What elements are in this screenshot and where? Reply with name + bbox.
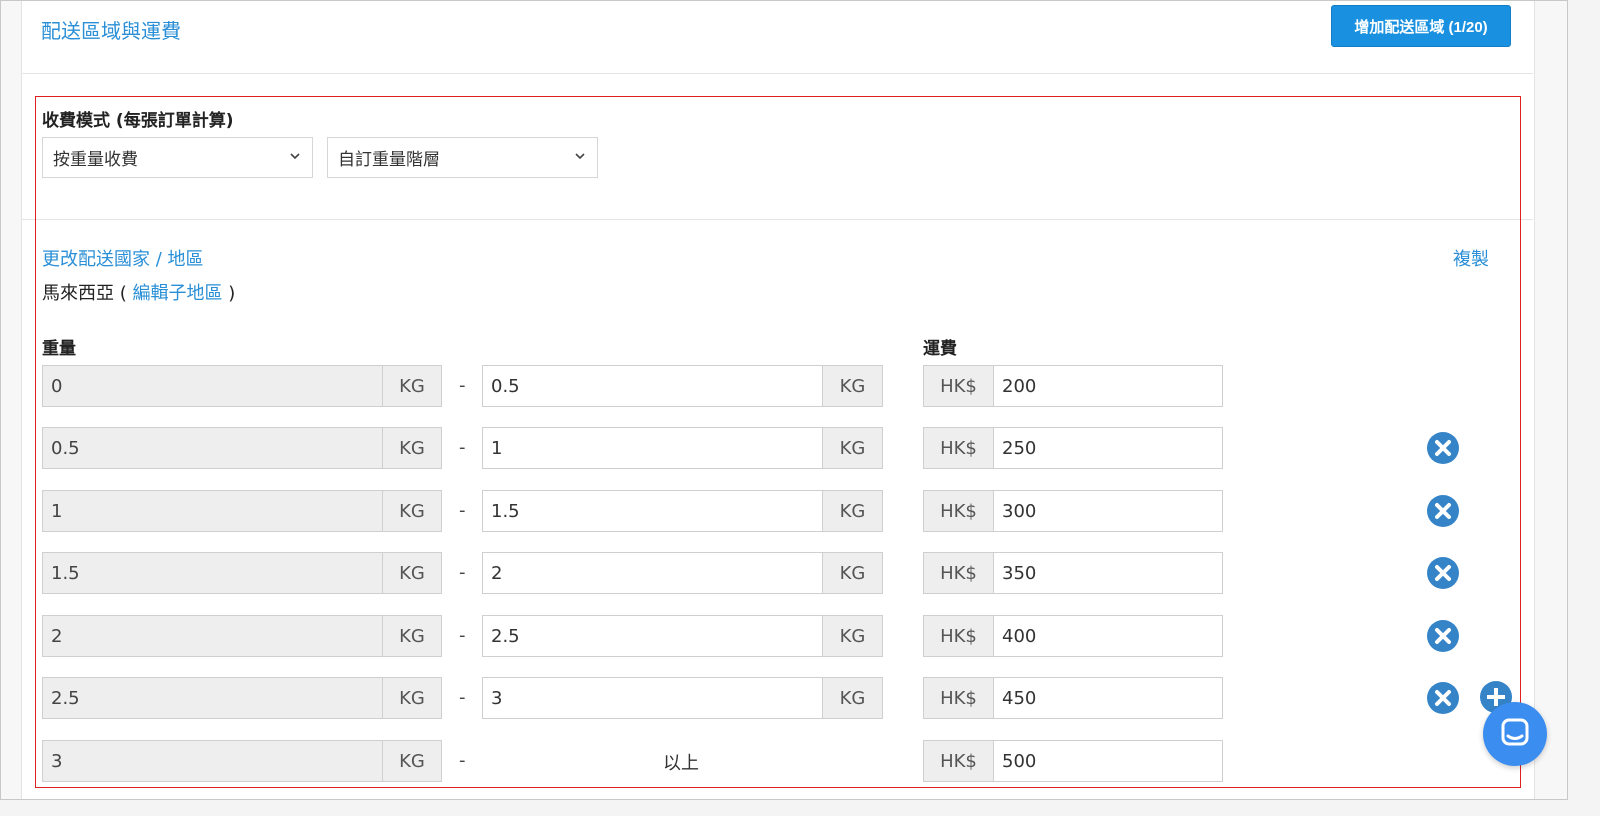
weight-from-field: 0 [42,365,383,407]
weight-tier-value: 自訂重量階層 [338,150,440,170]
table-row: 1 KG -1.5 KG HK$ 300 [1,490,1567,532]
weight-unit-label: KG [382,677,442,719]
weight-to-input[interactable]: 0.5 [482,365,823,407]
add-zone-button[interactable]: 增加配送區域 (1/20) [1331,5,1511,47]
weight-unit-label: KG [822,365,883,407]
weight-unit-label: KG [382,365,442,407]
chat-launcher-button[interactable] [1483,702,1547,766]
range-dash: - [459,375,466,396]
table-row: 0.5 KG -1 KG HK$ 250 [1,427,1567,469]
weight-unit-label: KG [382,740,442,782]
fee-input[interactable]: 250 [993,427,1223,469]
window-frame: 配送區域與運費 增加配送區域 (1/20) 收費模式 (每張訂單計算) 按重量收… [0,0,1568,800]
range-dash: - [459,562,466,583]
fee-input[interactable]: 300 [993,490,1223,532]
weight-unit-label: KG [822,552,883,594]
weight-tier-select[interactable]: 自訂重量階層 [327,137,598,178]
close-circle-icon[interactable] [1426,681,1460,715]
weight-unit-label: KG [382,615,442,657]
currency-label: HK$ [923,552,994,594]
copy-zone-link[interactable]: 複製 [1453,245,1489,271]
fee-input[interactable]: 450 [993,677,1223,719]
weight-to-input[interactable]: 3 [482,677,823,719]
change-country-link[interactable]: 更改配送國家 / 地區 [42,245,204,271]
weight-to-input[interactable]: 2 [482,552,823,594]
weight-from-field: 0.5 [42,427,383,469]
weight-unit-label: KG [822,615,883,657]
weight-from-field: 1 [42,490,383,532]
weight-to-input[interactable]: 1 [482,427,823,469]
currency-label: HK$ [923,615,994,657]
weight-unit-label: KG [382,490,442,532]
header-divider [21,73,1533,74]
chevron-down-icon [290,153,300,160]
weight-unit-label: KG [822,677,883,719]
billing-mode-value: 按重量收費 [53,150,138,170]
fee-input[interactable]: 400 [993,615,1223,657]
chevron-down-icon [575,153,585,160]
range-dash: - [459,750,466,771]
weight-from-field: 1.5 [42,552,383,594]
table-row: 0 KG -0.5 KG HK$ 200 [1,365,1567,407]
close-circle-icon[interactable] [1426,619,1460,653]
close-circle-icon[interactable] [1426,494,1460,528]
table-row: 3 KG - 以上 HK$ 500 [1,740,1567,782]
zone-country-line: 馬來西亞 ( 編輯子地區 ) [42,279,235,305]
billing-mode-label: 收費模式 (每張訂單計算) [42,111,234,131]
range-dash: - [459,687,466,708]
paren-open: ( [119,283,127,304]
range-dash: - [459,625,466,646]
weight-header: 重量 [42,339,76,359]
weight-unit-label: KG [822,490,883,532]
table-row: 1.5 KG -2 KG HK$ 350 [1,552,1567,594]
range-dash: - [459,437,466,458]
currency-label: HK$ [923,677,994,719]
fee-input[interactable]: 200 [993,365,1223,407]
fee-input[interactable]: 500 [993,740,1223,782]
table-row: 2 KG -2.5 KG HK$ 400 [1,615,1567,657]
table-row: 2.5 KG -3 KG HK$ 450 [1,677,1567,719]
weight-from-field: 2.5 [42,677,383,719]
weight-from-field: 3 [42,740,383,782]
edit-subregion-link[interactable]: 編輯子地區 [133,283,223,304]
fee-header: 運費 [923,339,957,359]
weight-to-input[interactable]: 1.5 [482,490,823,532]
chat-bubble-icon [1501,718,1529,746]
above-label: 以上 [663,753,699,774]
currency-label: HK$ [923,740,994,782]
billing-mode-select[interactable]: 按重量收費 [42,137,313,178]
paren-close: ) [228,283,236,304]
currency-label: HK$ [923,490,994,532]
close-circle-icon[interactable] [1426,431,1460,465]
currency-label: HK$ [923,365,994,407]
weight-unit-label: KG [382,552,442,594]
weight-to-input[interactable]: 2.5 [482,615,823,657]
range-dash: - [459,500,466,521]
weight-unit-label: KG [822,427,883,469]
page-title: 配送區域與運費 [41,19,181,43]
weight-unit-label: KG [382,427,442,469]
fee-input[interactable]: 350 [993,552,1223,594]
currency-label: HK$ [923,427,994,469]
country-name: 馬來西亞 [42,283,114,304]
weight-from-field: 2 [42,615,383,657]
close-circle-icon[interactable] [1426,556,1460,590]
